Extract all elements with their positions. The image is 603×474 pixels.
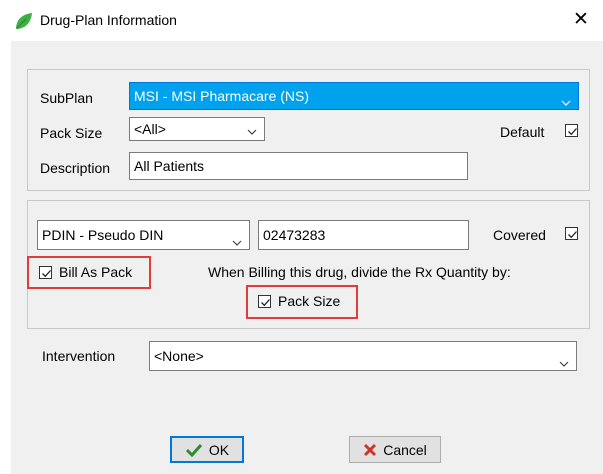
- close-icon[interactable]: ✕: [573, 10, 589, 29]
- pack-size-checkbox-label[interactable]: Pack Size: [278, 293, 340, 309]
- subplan-value: MSI - MSI Pharmacare (NS): [134, 88, 310, 104]
- description-value: All Patients: [134, 158, 205, 174]
- checkmark-icon: [568, 128, 577, 136]
- bill-as-pack-checkbox[interactable]: [39, 266, 52, 279]
- pack-size-label: Pack Size: [40, 125, 103, 141]
- chevron-down-icon: [558, 351, 570, 367]
- billing-note: When Billing this drug, divide the Rx Qu…: [208, 264, 511, 280]
- default-label: Default: [500, 124, 545, 140]
- description-input[interactable]: All Patients: [129, 152, 468, 180]
- covered-checkbox[interactable]: [565, 227, 578, 240]
- description-label: Description: [40, 160, 111, 176]
- bill-as-pack-label[interactable]: Bill As Pack: [59, 264, 132, 280]
- chevron-down-icon: [246, 122, 258, 135]
- intervention-select[interactable]: <None>: [149, 341, 577, 371]
- din-value: 02473283: [263, 227, 326, 243]
- ok-button[interactable]: OK: [170, 436, 244, 463]
- ok-button-label: OK: [208, 441, 230, 458]
- checkmark-icon: [185, 443, 202, 457]
- default-checkbox[interactable]: [565, 124, 578, 137]
- intervention-label: Intervention: [42, 348, 116, 364]
- checkmark-icon: [568, 231, 577, 239]
- drug-type-value: PDIN - Pseudo DIN: [42, 227, 164, 243]
- chevron-down-icon: [231, 230, 243, 246]
- subplan-select[interactable]: MSI - MSI Pharmacare (NS): [129, 82, 579, 110]
- checkmark-icon: [42, 270, 51, 278]
- pack-size-value: <All>: [134, 121, 166, 137]
- cancel-x-icon: [364, 443, 377, 456]
- dialog-window: Drug-Plan Information ✕ SubPlan MSI - MS…: [0, 0, 603, 474]
- window-edge: [0, 41, 11, 474]
- pack-size-checkbox[interactable]: [258, 295, 271, 308]
- intervention-value: <None>: [154, 348, 204, 364]
- cancel-button[interactable]: Cancel: [349, 436, 441, 463]
- covered-label: Covered: [493, 227, 546, 243]
- subplan-label: SubPlan: [40, 90, 93, 106]
- checkmark-icon: [261, 299, 270, 307]
- drug-type-select[interactable]: PDIN - Pseudo DIN: [37, 220, 250, 250]
- leaf-icon: [14, 12, 33, 31]
- chevron-down-icon: [560, 91, 572, 106]
- title-bar: Drug-Plan Information ✕: [0, 0, 603, 41]
- pack-size-select[interactable]: <All>: [129, 117, 265, 141]
- cancel-button-label: Cancel: [383, 441, 427, 458]
- window-title: Drug-Plan Information: [40, 12, 177, 28]
- din-input[interactable]: 02473283: [258, 220, 469, 250]
